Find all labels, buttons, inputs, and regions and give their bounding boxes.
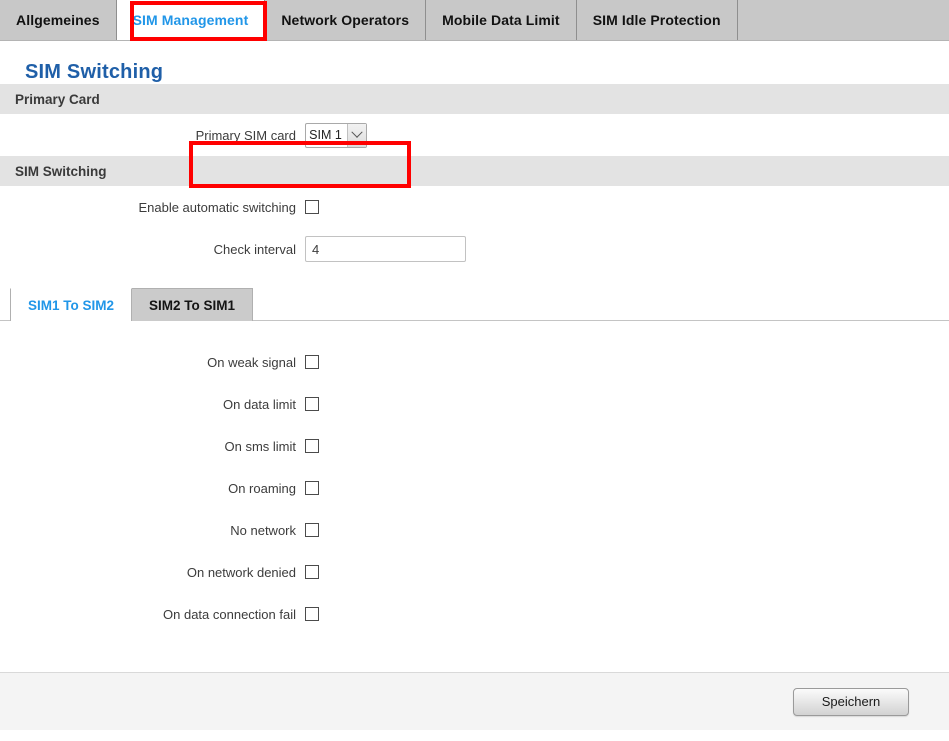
condition-row: On network denied xyxy=(0,551,949,593)
condition-label: On sms limit xyxy=(224,438,297,454)
condition-label: On roaming xyxy=(228,480,296,496)
condition-label: On data limit xyxy=(223,396,296,412)
on-roaming-checkbox[interactable] xyxy=(305,481,319,495)
condition-label: On weak signal xyxy=(207,354,296,370)
condition-row: On sms limit xyxy=(0,425,949,467)
tab-label: SIM Management xyxy=(132,12,249,28)
check-interval-control xyxy=(305,236,466,262)
tab-label: SIM Idle Protection xyxy=(592,12,721,28)
primary-sim-card-row: Primary SIM card SIM 1 xyxy=(0,114,949,156)
switch-direction-tab-bar: SIM1 To SIM2 SIM2 To SIM1 xyxy=(0,288,949,321)
no-network-checkbox[interactable] xyxy=(305,523,319,537)
condition-label: No network xyxy=(230,522,296,538)
on-sms-limit-checkbox[interactable] xyxy=(305,439,319,453)
select-value: SIM 1 xyxy=(309,128,342,142)
on-data-connection-fail-checkbox[interactable] xyxy=(305,607,319,621)
condition-row: On roaming xyxy=(0,467,949,509)
check-interval-label: Check interval xyxy=(213,241,296,257)
tab-label: SIM1 To SIM2 xyxy=(28,297,115,313)
switch-direction-tab-group: SIM1 To SIM2 SIM2 To SIM1 xyxy=(0,288,949,321)
on-weak-signal-checkbox[interactable] xyxy=(305,355,319,369)
check-interval-row: Check interval xyxy=(0,228,949,270)
on-network-denied-checkbox[interactable] xyxy=(305,565,319,579)
on-data-limit-checkbox[interactable] xyxy=(305,397,319,411)
condition-label: On data connection fail xyxy=(163,606,296,622)
primary-sim-card-control: SIM 1 xyxy=(305,122,367,148)
condition-row: On data connection fail xyxy=(0,593,949,635)
condition-row: On weak signal xyxy=(0,341,949,383)
save-button[interactable]: Speichern xyxy=(793,687,909,716)
enable-automatic-switching-control xyxy=(305,200,319,214)
condition-row: No network xyxy=(0,509,949,551)
footer-bar: Speichern xyxy=(0,672,949,730)
main-tab-bar: Allgemeines SIM Management Network Opera… xyxy=(0,0,949,41)
tab-label: Mobile Data Limit xyxy=(442,12,560,28)
section-title: Primary Card xyxy=(15,91,100,107)
switch-conditions-list: On weak signal On data limit On sms limi… xyxy=(0,321,949,635)
tab-label: Allgemeines xyxy=(16,12,100,28)
primary-sim-card-label: Primary SIM card xyxy=(195,127,296,143)
tab-sim2-to-sim1[interactable]: SIM2 To SIM1 xyxy=(132,288,254,321)
section-header-sim-switching: SIM Switching xyxy=(0,156,949,186)
enable-automatic-switching-label: Enable automatic switching xyxy=(138,199,296,215)
tab-label: Network Operators xyxy=(281,12,410,28)
check-interval-input[interactable] xyxy=(305,236,466,262)
tab-sim1-to-sim2[interactable]: SIM1 To SIM2 xyxy=(10,288,133,321)
chevron-down-icon[interactable] xyxy=(347,123,366,147)
tab-label: SIM2 To SIM1 xyxy=(149,297,236,313)
enable-automatic-switching-checkbox[interactable] xyxy=(305,200,319,214)
condition-row: On data limit xyxy=(0,383,949,425)
section-title: SIM Switching xyxy=(15,163,107,179)
tab-allgemeines[interactable]: Allgemeines xyxy=(0,0,117,40)
section-header-primary-card: Primary Card xyxy=(0,84,949,114)
tab-network-operators[interactable]: Network Operators xyxy=(265,0,427,40)
page-title: SIM Switching xyxy=(25,61,164,83)
tab-bar-filler xyxy=(737,0,949,40)
tab-sim-management[interactable]: SIM Management xyxy=(116,0,266,40)
enable-automatic-switching-row: Enable automatic switching xyxy=(0,186,949,228)
condition-label: On network denied xyxy=(186,564,296,580)
primary-sim-card-select[interactable]: SIM 1 xyxy=(305,122,367,148)
tab-mobile-data-limit[interactable]: Mobile Data Limit xyxy=(426,0,577,40)
tab-sim-idle-protection[interactable]: SIM Idle Protection xyxy=(576,0,738,40)
